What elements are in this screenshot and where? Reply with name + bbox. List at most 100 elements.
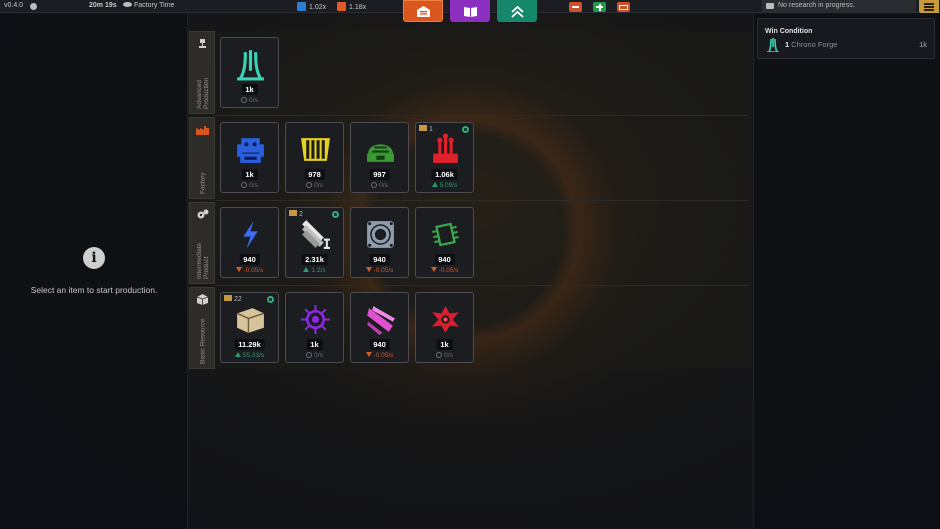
idle-icon (371, 182, 378, 188)
category-basic-resource[interactable]: Basic Resource (189, 287, 215, 369)
win-condition-card[interactable]: Win Condition 1 Chrono Forge 1k (757, 18, 935, 59)
item-rate: 0/s (351, 182, 408, 189)
pink-crystal-icon (367, 306, 395, 335)
item-rate: -0.05/s (221, 267, 278, 274)
item-card-gear-frame[interactable]: 940 -0.05/s (350, 207, 409, 278)
book-icon (766, 3, 774, 9)
gear-frame-icon (367, 221, 394, 248)
orange-multiplier-value: 1.18x (349, 4, 367, 11)
item-rate: -0.05/s (351, 352, 408, 359)
gear-icon[interactable] (332, 211, 339, 218)
selection-hint: Select an item to start production. (30, 285, 158, 295)
item-rate: 55.33/s (221, 352, 278, 359)
win-condition-title: Win Condition (765, 28, 813, 35)
version-label: v0.4.0 (4, 2, 24, 9)
factory-nav-button[interactable] (403, 0, 443, 22)
eye-icon (123, 2, 132, 7)
item-card-chrono-forge[interactable]: 1k 0/s (220, 37, 279, 108)
green-dome-icon (367, 144, 394, 162)
research-status-text: No research in progress. (778, 2, 855, 9)
building-count: 22 (224, 295, 242, 303)
research-status[interactable]: No research in progress. (762, 0, 916, 13)
item-rate: 1.2/s (286, 267, 343, 274)
research-nav-button[interactable] (450, 0, 490, 22)
item-count: 2.31k (301, 254, 328, 265)
upgrades-nav-button[interactable] (497, 0, 537, 22)
category-label: Advanced Production (196, 77, 210, 109)
item-count: 940 (434, 254, 455, 265)
idle-icon (241, 97, 248, 103)
item-count: 940 (369, 254, 390, 265)
trend-down-icon (235, 267, 242, 272)
item-card-lightning[interactable]: 940 -0.05/s (220, 207, 279, 278)
category-intermediate-product[interactable]: Intermediate Product (189, 202, 215, 284)
factory-icon (416, 5, 430, 17)
win-condition-item: 1 Chrono Forge (785, 40, 838, 49)
item-rate: 0/s (286, 352, 343, 359)
factory-icon (297, 2, 306, 11)
menu-button[interactable] (919, 0, 939, 13)
item-count: 940 (239, 254, 260, 265)
item-card-red-extractor[interactable]: 1 1.06k 5.09/s (415, 122, 474, 193)
item-count: 1k (241, 84, 258, 95)
trend-up-icon (234, 352, 241, 357)
category-label: Basic Resource (199, 318, 207, 364)
item-count: 940 (369, 339, 390, 350)
crate-icon (236, 308, 265, 333)
factory-icon (619, 5, 628, 10)
win-condition-value: 1k (919, 40, 927, 49)
item-card-circuit-chip[interactable]: 940 -0.05/s (415, 207, 474, 278)
item-card-pink-crystal[interactable]: 940 -0.05/s (350, 292, 409, 363)
orange-multiplier: 1.18x (337, 2, 366, 11)
remove-building-button[interactable] (569, 2, 582, 12)
add-building-button[interactable] (593, 2, 606, 12)
item-rate: 5.09/s (416, 182, 473, 189)
blue-multiplier-value: 1.02x (309, 4, 327, 11)
steel-beam-icon (302, 220, 330, 249)
elapsed-time: 20m 19s (89, 2, 117, 9)
yellow-press-icon (301, 138, 330, 161)
gear-icon[interactable] (462, 126, 469, 133)
idle-icon (436, 352, 443, 358)
item-count: 1.06k (431, 169, 458, 180)
blue-multiplier: 1.02x (297, 2, 326, 11)
chrono-forge-icon (237, 50, 264, 81)
item-card-crate[interactable]: 22 11.29k 55.33/s (220, 292, 279, 363)
item-card-steel-beam[interactable]: 2 2.31k 1.2/s (285, 207, 344, 278)
item-count: 997 (369, 169, 390, 180)
building-count: 1 (419, 125, 433, 133)
item-card-purple-energy[interactable]: 1k 0/s (285, 292, 344, 363)
category-advanced-production[interactable]: Advanced Production (189, 31, 215, 114)
idle-icon (306, 352, 313, 358)
circuit-chip-icon (432, 222, 459, 247)
info-icon: i (83, 247, 105, 269)
trend-up-icon (431, 182, 438, 187)
minus-icon (572, 6, 579, 8)
item-count: 1k (306, 339, 323, 350)
item-rate: 0/s (416, 352, 473, 359)
item-rate: 0/s (221, 182, 278, 189)
item-card-yellow-press[interactable]: 978 0/s (285, 122, 344, 193)
factory-time-label: Factory Time (134, 2, 175, 9)
category-factory[interactable]: Factory (189, 117, 215, 199)
trend-up-icon (303, 267, 310, 272)
item-count: 11.29k (234, 339, 265, 350)
left-panel (0, 14, 188, 529)
item-card-red-core[interactable]: 1k 0/s (415, 292, 474, 363)
item-rate: -0.05/s (351, 267, 408, 274)
factory-time[interactable]: Factory Time (123, 2, 174, 9)
item-card-blue-assembler[interactable]: 1k 0/s (220, 122, 279, 193)
factory-icon (337, 2, 346, 11)
factory-icon (419, 125, 427, 131)
item-count: 978 (304, 169, 325, 180)
double-chevron-up-icon (510, 5, 524, 18)
hamburger-icon (924, 3, 934, 5)
item-count: 1k (241, 169, 258, 180)
info-icon[interactable] (30, 3, 37, 11)
item-count: 1k (436, 339, 453, 350)
item-card-green-dome[interactable]: 997 0/s (350, 122, 409, 193)
idle-icon (306, 182, 313, 188)
factory-settings-button[interactable] (617, 2, 630, 12)
gear-icon[interactable] (267, 296, 274, 303)
factory-icon (289, 210, 297, 216)
